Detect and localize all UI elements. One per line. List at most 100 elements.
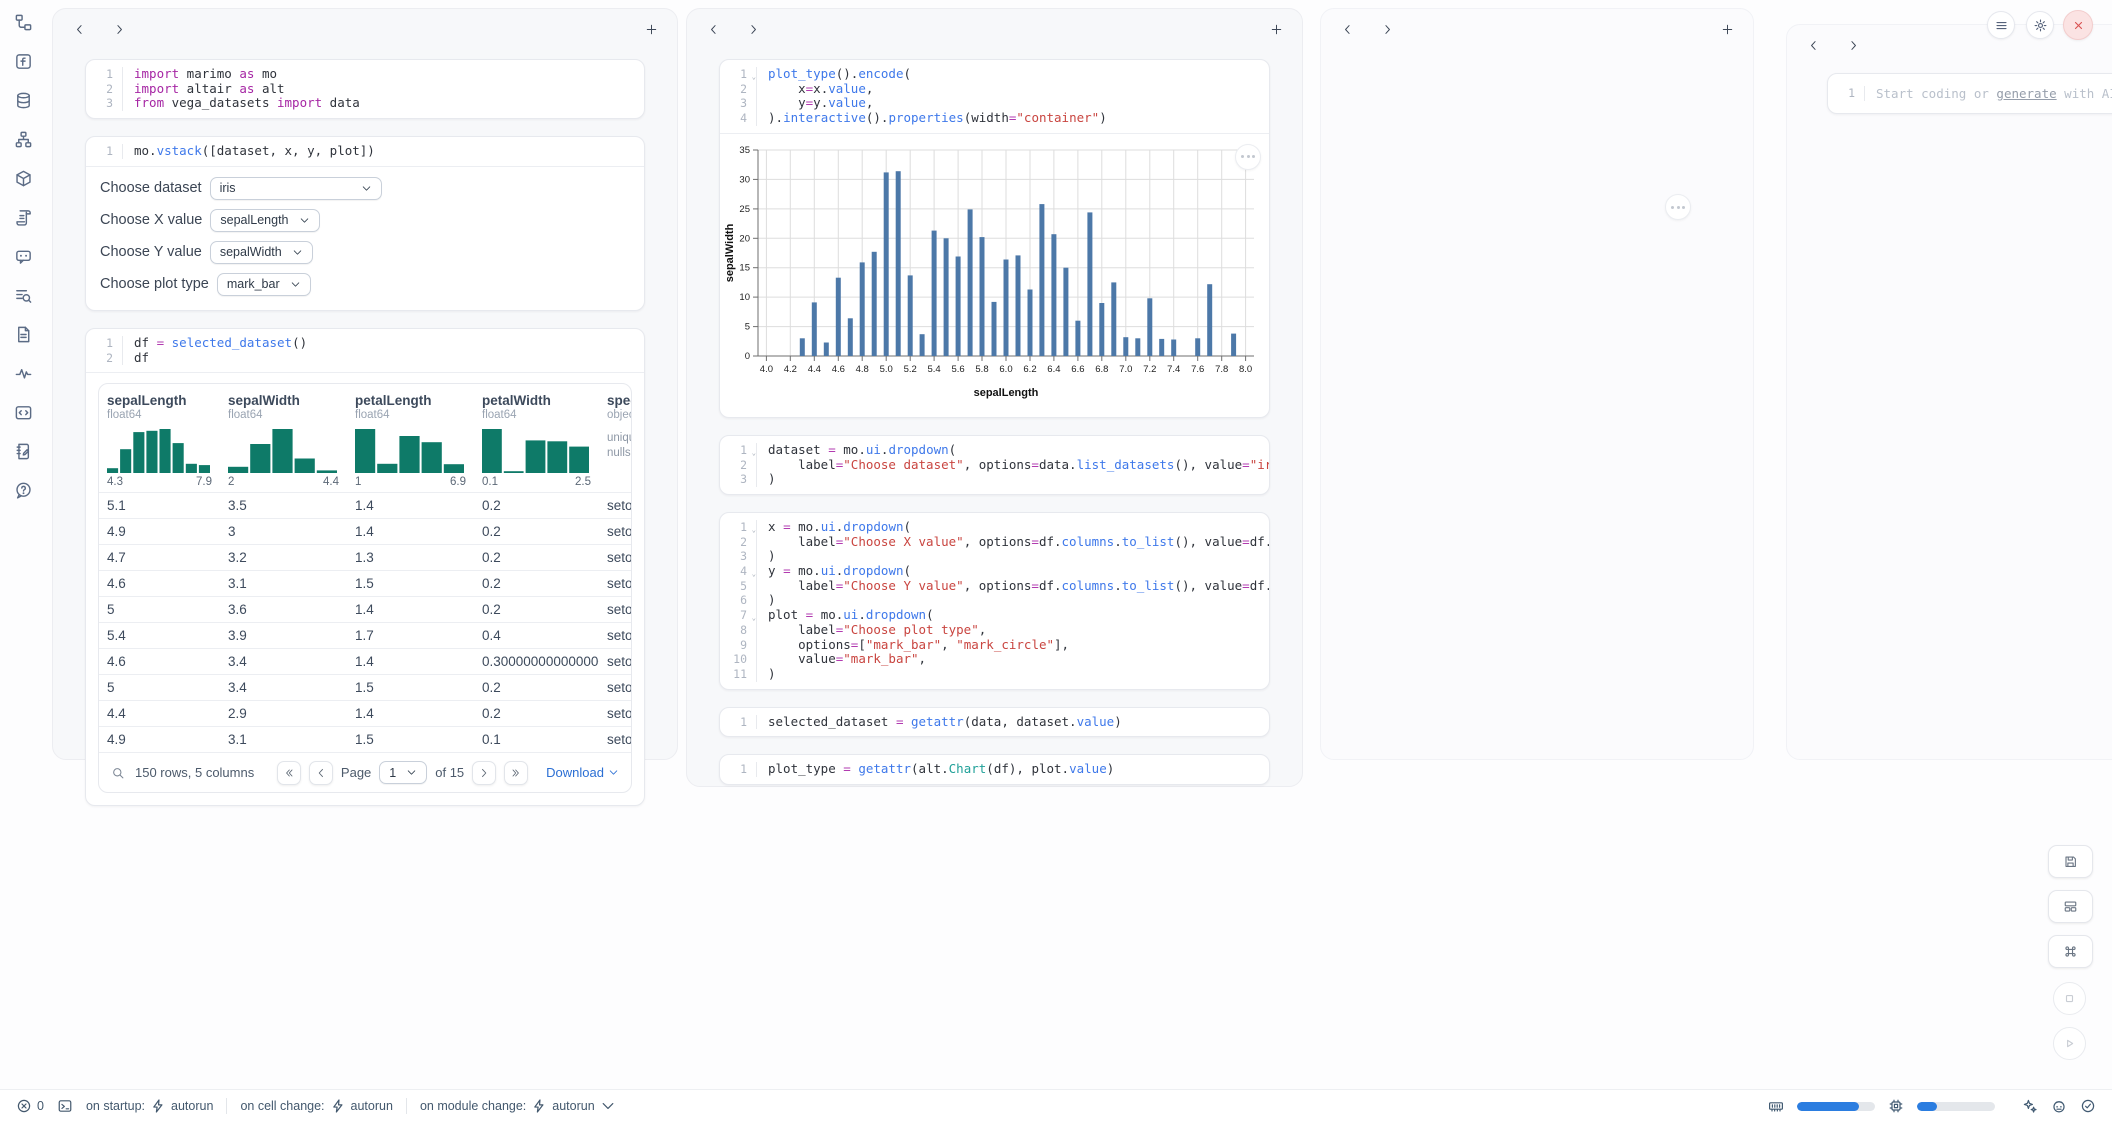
table-row[interactable]: 4.63.11.50.2setosa <box>99 570 631 596</box>
code-editor[interactable]: 1⌄plot_type().encode(2 x=x.value,3 y=y.v… <box>720 60 1269 133</box>
sidebar-item-help[interactable] <box>10 480 36 506</box>
table-row[interactable]: 4.42.91.40.2setosa <box>99 700 631 726</box>
table-row[interactable]: 53.61.40.2setosa <box>99 596 631 622</box>
download-button[interactable]: Download <box>546 765 619 780</box>
svg-text:35: 35 <box>739 145 750 156</box>
layout-button[interactable] <box>2048 890 2093 923</box>
move-column-left-button[interactable] <box>701 17 725 41</box>
cell-menu-button[interactable] <box>1665 194 1691 220</box>
move-column-left-button[interactable] <box>1801 33 1825 57</box>
cell-ai-placeholder[interactable]: 1 Start coding or generate with AI <box>1827 73 2112 114</box>
code-editor[interactable]: 1⌄x = mo.ui.dropdown(2 label="Choose X v… <box>720 513 1269 689</box>
move-column-right-button[interactable] <box>741 17 765 41</box>
sidebar-item-search-list[interactable] <box>10 285 36 311</box>
dataset-select[interactable]: iris <box>210 177 382 200</box>
chevron-down-icon <box>406 767 417 778</box>
column-header-sepalWidth[interactable]: sepalWidthfloat6424.4 <box>220 384 347 492</box>
add-cell-button[interactable] <box>1264 17 1288 41</box>
column-header-sepalLength[interactable]: sepalLengthfloat644.37.9 <box>99 384 220 492</box>
table-row[interactable]: 4.73.21.30.2setosa <box>99 544 631 570</box>
svg-text:sepalLength: sepalLength <box>974 387 1039 399</box>
table-row[interactable]: 4.93.11.50.1setosa <box>99 726 631 752</box>
table-row[interactable]: 5.13.51.40.2setosa <box>99 492 631 518</box>
on-module-change-setting[interactable]: on module change: autorun <box>420 1098 616 1114</box>
move-column-left-button[interactable] <box>1335 17 1359 41</box>
sidebar-item-package[interactable] <box>10 168 36 194</box>
code-editor[interactable]: 1⌄dataset = mo.ui.dropdown(2 label="Choo… <box>720 436 1269 494</box>
errors-badge[interactable]: 0 <box>16 1098 44 1114</box>
table-row[interactable]: 4.63.41.40.3000000000000004setosa <box>99 648 631 674</box>
table-cell: 3.2 <box>220 545 347 570</box>
next-page-button[interactable] <box>472 761 496 785</box>
ai-placeholder[interactable]: Start coding or generate with AI <box>1864 86 2112 101</box>
connection-status-icon[interactable] <box>2080 1098 2096 1114</box>
move-column-right-button[interactable] <box>1375 17 1399 41</box>
table-cell: 1.5 <box>347 675 474 700</box>
cell-xyplot-dropdowns[interactable]: 1⌄x = mo.ui.dropdown(2 label="Choose X v… <box>719 512 1270 690</box>
table-row[interactable]: 4.931.40.2setosa <box>99 518 631 544</box>
notebook-menu-button[interactable] <box>1987 11 2015 39</box>
on-startup-setting[interactable]: on startup: autorun <box>86 1098 213 1114</box>
plot-type-select[interactable]: mark_bar <box>217 273 311 296</box>
table-cell: 0.2 <box>474 571 599 596</box>
sidebar-item-tracing[interactable] <box>10 363 36 389</box>
code-editor[interactable]: 1import marimo as mo2import altair as al… <box>86 60 644 118</box>
code-editor[interactable]: 1mo.vstack([dataset, x, y, plot]) <box>86 137 644 166</box>
generate-with-ai-link[interactable]: generate <box>1996 86 2056 101</box>
code-editor[interactable]: 1df = selected_dataset()2df <box>86 329 644 372</box>
svg-text:30: 30 <box>739 174 750 185</box>
first-page-button[interactable] <box>277 761 301 785</box>
prev-page-button[interactable] <box>309 761 333 785</box>
search-icon[interactable] <box>111 766 125 780</box>
add-cell-button[interactable] <box>639 17 663 41</box>
column-header-petalLength[interactable]: petalLengthfloat6416.9 <box>347 384 474 492</box>
line-number: 5 <box>720 579 756 594</box>
page-select[interactable]: 1 <box>379 761 427 784</box>
ai-sparkles-icon[interactable] <box>2022 1098 2038 1114</box>
settings-button[interactable] <box>2026 11 2054 39</box>
table-row[interactable]: 53.41.50.2setosa <box>99 674 631 700</box>
cell-imports[interactable]: 1import marimo as mo2import altair as al… <box>85 59 645 119</box>
code-editor[interactable]: 1selected_dataset = getattr(data, datase… <box>720 708 1269 737</box>
sidebar-item-scroll[interactable] <box>10 207 36 233</box>
cell-vstack[interactable]: 1mo.vstack([dataset, x, y, plot]) Choose… <box>85 136 645 311</box>
cell-dataframe[interactable]: 1df = selected_dataset()2df sepalLengthf… <box>85 328 645 806</box>
svg-text:6.0: 6.0 <box>999 364 1012 375</box>
x-value-select[interactable]: sepalLength <box>210 209 319 232</box>
move-column-right-button[interactable] <box>107 17 131 41</box>
cell-plot[interactable]: 1⌄plot_type().encode(2 x=x.value,3 y=y.v… <box>719 59 1270 418</box>
move-column-right-button[interactable] <box>1841 33 1865 57</box>
cell-selected-dataset[interactable]: 1selected_dataset = getattr(data, datase… <box>719 707 1270 738</box>
stop-button[interactable] <box>2053 982 2086 1015</box>
sidebar-item-file-tree[interactable] <box>10 12 36 38</box>
sidebar-item-dependency-graph[interactable] <box>10 129 36 155</box>
sidebar-item-scratchpad[interactable] <box>10 441 36 467</box>
last-page-button[interactable] <box>504 761 528 785</box>
sidebar-item-functions[interactable] <box>10 51 36 77</box>
cell-dataset-dropdown[interactable]: 1⌄dataset = mo.ui.dropdown(2 label="Choo… <box>719 435 1270 495</box>
y-value-select[interactable]: sepalWidth <box>210 241 313 264</box>
shutdown-button[interactable] <box>2063 10 2093 40</box>
save-button[interactable] <box>2048 845 2093 878</box>
sidebar-item-document[interactable] <box>10 324 36 350</box>
sidebar-item-database[interactable] <box>10 90 36 116</box>
column-1-header <box>53 9 677 49</box>
move-column-left-button[interactable] <box>67 17 91 41</box>
column-header-petalWidth[interactable]: petalWidthfloat640.12.5 <box>474 384 599 492</box>
code-editor[interactable]: 1plot_type = getattr(alt.Chart(df), plot… <box>720 755 1269 784</box>
cell-plot-type[interactable]: 1plot_type = getattr(alt.Chart(df), plot… <box>719 754 1270 785</box>
assistant-icon[interactable] <box>2051 1098 2067 1114</box>
run-all-button[interactable] <box>2053 1027 2086 1060</box>
on-cell-change-setting[interactable]: on cell change: autorun <box>240 1098 393 1114</box>
add-cell-button[interactable] <box>1715 17 1739 41</box>
sidebar-item-chatbot[interactable] <box>10 246 36 272</box>
table-row[interactable]: 5.43.91.70.4setosa <box>99 622 631 648</box>
table-cell: 1.5 <box>347 727 474 752</box>
altair-bar-chart[interactable]: 4.04.24.44.64.85.05.25.45.65.86.06.26.46… <box>722 138 1265 405</box>
table-cell: 4.6 <box>99 571 220 596</box>
terminal-button[interactable] <box>57 1098 73 1114</box>
sidebar-item-snippets[interactable] <box>10 402 36 428</box>
command-palette-button[interactable] <box>2048 935 2093 968</box>
column-header-species[interactable]: speciesobjectunique:nulls: <box>599 384 631 492</box>
chart-menu-button[interactable] <box>1235 144 1261 170</box>
